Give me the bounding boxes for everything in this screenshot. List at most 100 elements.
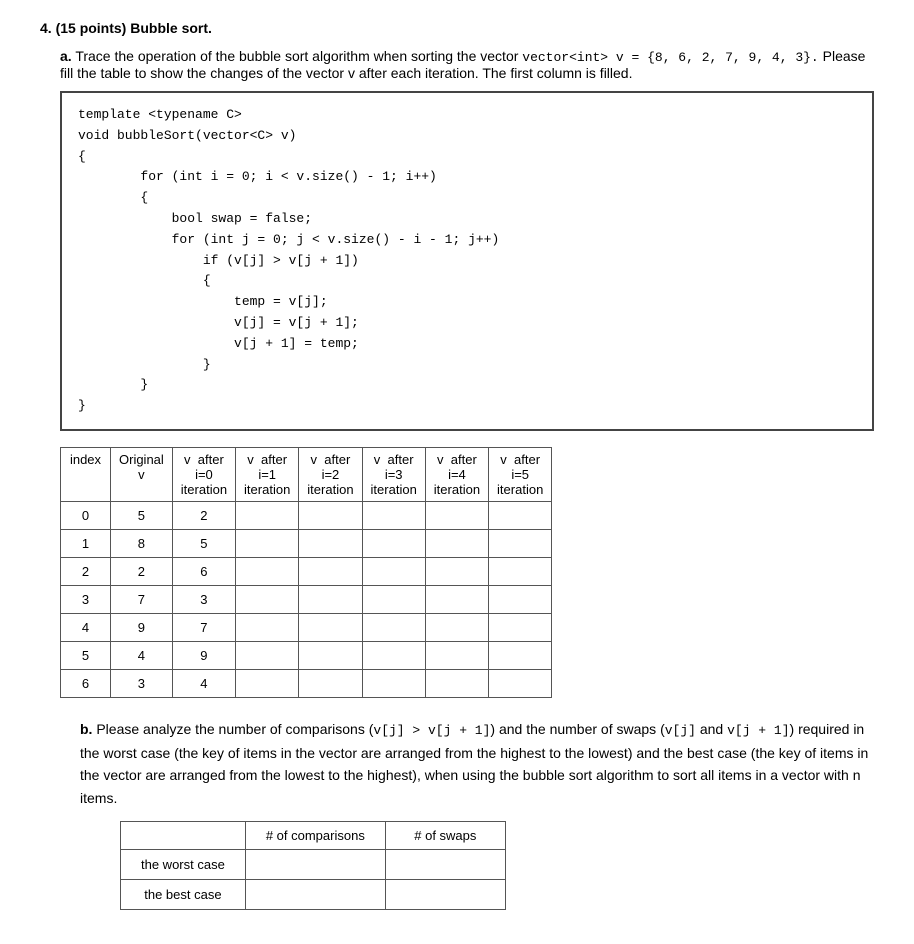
code-line-5: {: [78, 188, 856, 209]
th-i5: v afteri=5iteration: [489, 447, 552, 501]
question-header: 4. (15 points) Bubble sort.: [40, 20, 874, 36]
th-index: index: [61, 447, 111, 501]
part-b: b. Please analyze the number of comparis…: [60, 718, 874, 910]
cell-i4: [425, 641, 488, 669]
cell-i5: [489, 669, 552, 697]
th-i3: v afteri=3iteration: [362, 447, 425, 501]
code-line-10: temp = v[j];: [78, 292, 856, 313]
cell-index: 1: [61, 529, 111, 557]
cell-i2: [299, 501, 362, 529]
cell-i5: [489, 529, 552, 557]
cell-i0: 5: [172, 529, 235, 557]
code-line-14: }: [78, 375, 856, 396]
swaps-cell[interactable]: [385, 879, 505, 909]
code-line-4: for (int i = 0; i < v.size() - 1; i++): [78, 167, 856, 188]
cell-i4: [425, 557, 488, 585]
cell-i1: [236, 641, 299, 669]
code-line-3: {: [78, 147, 856, 168]
code-line-11: v[j] = v[j + 1];: [78, 313, 856, 334]
table-row: 0 5 2: [61, 501, 552, 529]
cell-i3: [362, 641, 425, 669]
trace-table: index Originalv v afteri=0iteration v af…: [60, 447, 552, 698]
cell-i5: [489, 641, 552, 669]
cell-i0: 3: [172, 585, 235, 613]
code-line-12: v[j + 1] = temp;: [78, 334, 856, 355]
part-a: a. Trace the operation of the bubble sor…: [60, 48, 874, 698]
cell-i3: [362, 585, 425, 613]
cell-i2: [299, 585, 362, 613]
swaps-cell[interactable]: [385, 849, 505, 879]
code-line-15: }: [78, 396, 856, 417]
cell-i5: [489, 501, 552, 529]
comparisons-cell[interactable]: [245, 849, 385, 879]
part-a-label: a.: [60, 48, 72, 64]
code-line-2: void bubbleSort(vector<C> v): [78, 126, 856, 147]
th-i1: v afteri=1iteration: [236, 447, 299, 501]
case-label: the worst case: [121, 849, 246, 879]
cell-i0: 2: [172, 501, 235, 529]
comparisons-cell[interactable]: [245, 879, 385, 909]
th-i4: v afteri=4iteration: [425, 447, 488, 501]
analysis-table: # of comparisons # of swaps the worst ca…: [120, 821, 506, 910]
cell-i5: [489, 585, 552, 613]
cell-original: 7: [111, 585, 173, 613]
table-row: 3 7 3: [61, 585, 552, 613]
table-row: 1 8 5: [61, 529, 552, 557]
cell-i2: [299, 641, 362, 669]
cell-i4: [425, 585, 488, 613]
table-row: 6 3 4: [61, 669, 552, 697]
cell-i2: [299, 613, 362, 641]
cell-original: 4: [111, 641, 173, 669]
cell-original: 9: [111, 613, 173, 641]
cell-index: 6: [61, 669, 111, 697]
case-label: the best case: [121, 879, 246, 909]
cell-i1: [236, 613, 299, 641]
part-b-text: b. Please analyze the number of comparis…: [80, 718, 874, 809]
cell-i3: [362, 613, 425, 641]
cell-i0: 9: [172, 641, 235, 669]
part-b-label: b.: [80, 721, 92, 737]
code-line-9: {: [78, 271, 856, 292]
cell-original: 8: [111, 529, 173, 557]
analysis-th-swaps: # of swaps: [385, 821, 505, 849]
cell-i3: [362, 501, 425, 529]
part-a-intro: a. Trace the operation of the bubble sor…: [60, 48, 874, 81]
trace-table-header-row: index Originalv v afteri=0iteration v af…: [61, 447, 552, 501]
table-row: 2 2 6: [61, 557, 552, 585]
cell-i0: 6: [172, 557, 235, 585]
cell-i3: [362, 669, 425, 697]
cell-i2: [299, 529, 362, 557]
cell-index: 4: [61, 613, 111, 641]
cell-index: 5: [61, 641, 111, 669]
cell-i1: [236, 557, 299, 585]
cell-original: 5: [111, 501, 173, 529]
cell-index: 0: [61, 501, 111, 529]
list-item: the best case: [121, 879, 506, 909]
cell-i1: [236, 529, 299, 557]
cell-original: 3: [111, 669, 173, 697]
cell-i0: 4: [172, 669, 235, 697]
cell-i4: [425, 613, 488, 641]
th-i2: v afteri=2iteration: [299, 447, 362, 501]
code-line-7: for (int j = 0; j < v.size() - i - 1; j+…: [78, 230, 856, 251]
cell-i3: [362, 557, 425, 585]
th-i0: v afteri=0iteration: [172, 447, 235, 501]
cell-i5: [489, 613, 552, 641]
list-item: the worst case: [121, 849, 506, 879]
code-line-13: }: [78, 355, 856, 376]
cell-i4: [425, 529, 488, 557]
vector-declaration: vector<int> v = {8, 6, 2, 7, 9, 4, 3}.: [522, 50, 818, 65]
analysis-th-comparisons: # of comparisons: [245, 821, 385, 849]
analysis-th-blank: [121, 821, 246, 849]
cell-i4: [425, 669, 488, 697]
cell-i1: [236, 585, 299, 613]
cell-i5: [489, 557, 552, 585]
th-original: Originalv: [111, 447, 173, 501]
cell-i1: [236, 669, 299, 697]
cell-original: 2: [111, 557, 173, 585]
cell-i1: [236, 501, 299, 529]
cell-i0: 7: [172, 613, 235, 641]
code-line-6: bool swap = false;: [78, 209, 856, 230]
code-line-8: if (v[j] > v[j + 1]): [78, 251, 856, 272]
question-number: 4. (15 points) Bubble sort.: [40, 20, 212, 36]
